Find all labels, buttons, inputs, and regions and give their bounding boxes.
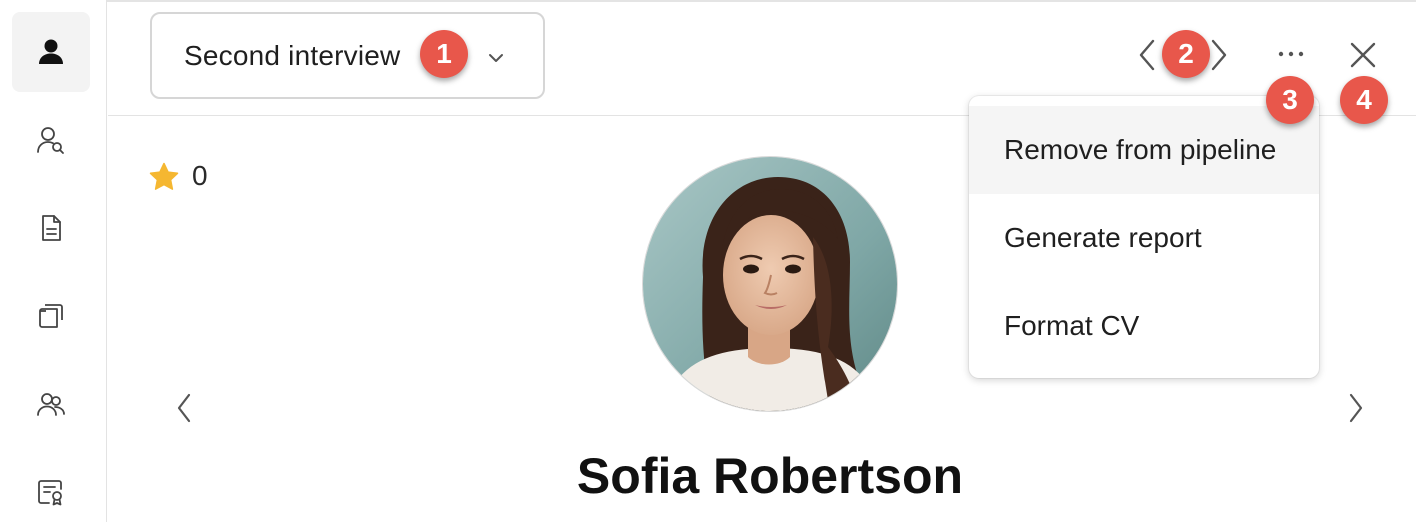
annotation-badge-2: 2 xyxy=(1162,30,1210,78)
more-options-menu: Remove from pipeline Generate report For… xyxy=(969,96,1319,378)
stage-dropdown-label: Second interview xyxy=(184,39,401,71)
annotation-badge-4: 4 xyxy=(1340,76,1388,124)
document-icon xyxy=(42,215,61,241)
candidate-avatar xyxy=(642,156,898,412)
user-search-icon xyxy=(37,127,64,154)
sidebar-item-profile[interactable] xyxy=(12,12,90,92)
sidebar-item-team[interactable] xyxy=(12,364,90,444)
menu-item-generate-report[interactable]: Generate report xyxy=(969,194,1319,282)
folders-icon xyxy=(39,304,63,328)
chevron-down-icon xyxy=(489,54,503,62)
annotation-badge-1: 1 xyxy=(420,30,468,78)
close-icon[interactable] xyxy=(1348,40,1378,70)
previous-photo-button[interactable] xyxy=(174,392,194,424)
menu-item-format-cv[interactable]: Format CV xyxy=(969,282,1319,370)
menu-item-remove-from-pipeline[interactable]: Remove from pipeline xyxy=(969,106,1319,194)
previous-candidate-button[interactable] xyxy=(1136,38,1158,72)
star-icon[interactable] xyxy=(148,161,180,193)
more-options-icon[interactable] xyxy=(1276,46,1306,62)
next-photo-button[interactable] xyxy=(1346,392,1366,424)
sidebar-item-documents[interactable] xyxy=(12,188,90,268)
next-candidate-button[interactable] xyxy=(1208,38,1230,72)
rating-value: 0 xyxy=(192,160,208,191)
user-solid-icon xyxy=(39,39,63,64)
sidebar-item-folders[interactable] xyxy=(12,276,90,356)
candidate-name: Sofia Robertson xyxy=(576,448,964,504)
users-icon xyxy=(37,393,65,416)
sidebar-item-search-candidates[interactable] xyxy=(12,100,90,180)
sidebar xyxy=(0,0,107,522)
stage-dropdown[interactable]: Second interview xyxy=(150,12,545,99)
annotation-badge-3: 3 xyxy=(1266,76,1314,124)
